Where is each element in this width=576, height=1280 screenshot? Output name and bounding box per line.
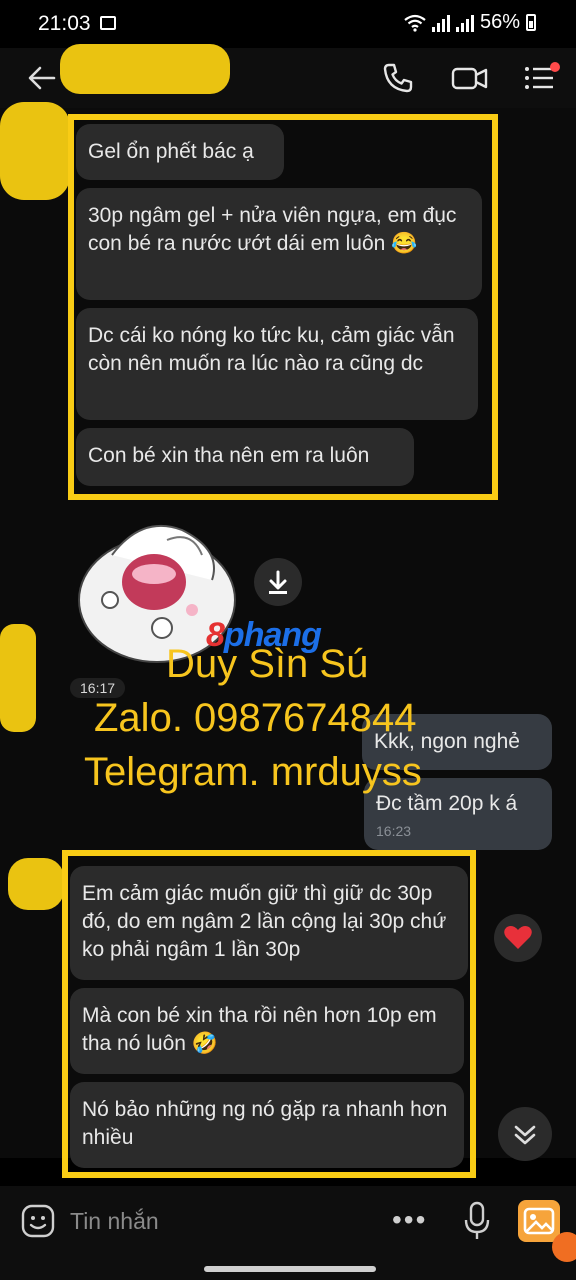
more-options-button[interactable]: ••• (392, 1204, 427, 1236)
signal-icon (431, 14, 450, 32)
status-bar: 21:03 56% (0, 0, 576, 48)
message-time: 16:17 (70, 678, 126, 698)
home-indicator[interactable] (204, 1266, 376, 1272)
status-time: 21:03 (38, 12, 91, 35)
message-bubble[interactable]: 30p ngâm gel + nửa viên ngựa, em đục con… (76, 188, 482, 300)
image-icon (523, 1207, 555, 1235)
photo-gallery-button[interactable] (518, 1200, 560, 1242)
gallery-notification-icon (100, 16, 116, 30)
floating-badge-icon[interactable] (552, 1232, 576, 1262)
scroll-to-bottom-button[interactable] (498, 1107, 552, 1161)
signal-icon-2 (455, 14, 474, 32)
battery-icon (526, 14, 536, 31)
wifi-icon (404, 14, 426, 32)
microphone-icon[interactable] (462, 1200, 492, 1242)
redaction-scribble (0, 102, 70, 200)
message-text: Đc tầm 20p k á (376, 792, 518, 815)
phone-call-icon[interactable] (380, 60, 416, 96)
download-button[interactable] (254, 558, 302, 606)
cat-sticker[interactable] (72, 510, 242, 670)
message-text: Gel ổn phết bác ạ (88, 140, 254, 163)
emoji-sticker-icon[interactable] (20, 1203, 56, 1239)
status-right: 56% (404, 11, 536, 34)
message-input[interactable]: Tin nhắn (70, 1208, 159, 1235)
message-bubble[interactable]: Mà con bé xin tha rồi nên hơn 10p em tha… (70, 988, 464, 1074)
message-text: Mà con bé xin tha rồi nên hơn 10p em tha… (82, 1004, 437, 1055)
message-text: Dc cái ko nóng ko tức ku, cảm giác vẫn c… (88, 324, 455, 375)
back-arrow-icon[interactable] (24, 60, 60, 96)
redaction-scribble (60, 44, 230, 94)
message-bubble-out[interactable]: Đc tầm 20p k á 16:23 (364, 778, 552, 850)
heart-icon (504, 926, 532, 949)
message-bubble[interactable]: Gel ổn phết bác ạ (76, 124, 284, 180)
message-time: 16:23 (376, 823, 412, 839)
battery-percent: 56% (479, 11, 520, 33)
notification-dot (550, 62, 560, 72)
message-text: Con bé xin tha nên em ra luôn (88, 444, 370, 467)
reaction-button[interactable] (494, 914, 542, 962)
message-text: Em cảm giác muốn giữ thì giữ dc 30p đó, … (82, 882, 447, 961)
message-bubble[interactable]: Dc cái ko nóng ko tức ku, cảm giác vẫn c… (76, 308, 478, 420)
redaction-scribble (0, 624, 36, 732)
menu-button[interactable] (522, 60, 560, 96)
message-bubble[interactable]: Nó bảo những ng nó gặp ra nhanh hơn nhiề… (70, 1082, 464, 1168)
message-text: 30p ngâm gel + nửa viên ngựa, em đục con… (88, 204, 457, 255)
message-text: Nó bảo những ng nó gặp ra nhanh hơn nhiề… (82, 1098, 448, 1149)
double-chevron-down-icon (514, 1125, 536, 1145)
video-call-icon[interactable] (450, 60, 490, 96)
message-bubble[interactable]: Con bé xin tha nên em ra luôn (76, 428, 414, 486)
message-bubble-out[interactable]: Kkk, ngon nghẻ (362, 714, 552, 770)
message-bubble[interactable]: Em cảm giác muốn giữ thì giữ dc 30p đó, … (70, 866, 468, 980)
redaction-scribble (8, 858, 64, 910)
download-icon (269, 570, 287, 594)
message-text: Kkk, ngon nghẻ (374, 730, 520, 753)
